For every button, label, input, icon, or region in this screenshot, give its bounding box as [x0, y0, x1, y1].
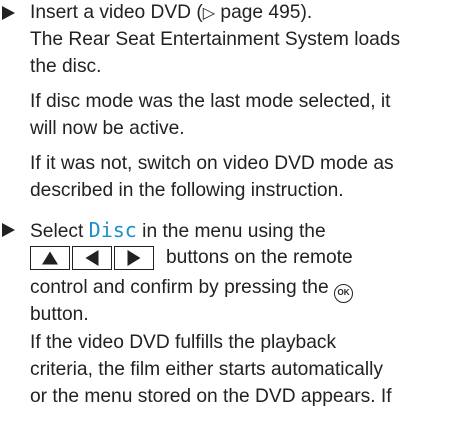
- menu-item-disc-keyword: Disc: [88, 218, 137, 242]
- result-text: If the video DVD fulfills the playback: [30, 332, 337, 353]
- remote-keys-row: buttons on the remote: [30, 246, 430, 272]
- step-text: button.: [30, 304, 89, 325]
- page-reference-text: page 495).: [215, 2, 313, 23]
- step-text: in the menu using the: [136, 221, 326, 242]
- page-reference-arrow-icon: ▷: [202, 5, 216, 22]
- manual-page: Insert a video DVD (▷ page 495). The Rea…: [0, 0, 471, 432]
- result-text: If disc mode was the last mode selected,…: [30, 91, 391, 112]
- step-line: Insert a video DVD (▷ page 495).: [30, 0, 312, 26]
- step-text: Select: [30, 221, 89, 242]
- result-text: described in the following instruction.: [30, 180, 344, 201]
- result-text: will now be active.: [30, 118, 185, 139]
- ok-button-icon: OK: [333, 284, 353, 303]
- result-text: criteria, the film either starts automat…: [30, 359, 383, 380]
- step-text: Insert a video DVD (: [30, 2, 203, 23]
- result-text: If it was not, switch on video DVD mode …: [30, 153, 394, 174]
- step-line: control and confirm by pressing the OK: [30, 275, 353, 303]
- step-text: control and confirm by pressing the: [30, 277, 334, 298]
- step-line: Select Disc in the menu using the: [30, 217, 326, 243]
- right-arrow-icon: [127, 250, 141, 266]
- right-arrow-key-icon: [114, 246, 154, 270]
- step-bullet-icon: [2, 6, 15, 20]
- result-text: or the menu stored on the DVD appears. I…: [30, 386, 392, 407]
- left-arrow-key-icon: [72, 246, 112, 270]
- result-text: The Rear Seat Entertainment System loads: [30, 29, 401, 50]
- left-arrow-icon: [85, 250, 99, 266]
- step-bullet-icon: [2, 223, 15, 237]
- result-text: the disc.: [30, 56, 102, 77]
- up-arrow-key-icon: [30, 246, 70, 270]
- up-arrow-icon: [42, 251, 58, 265]
- step-text: buttons on the remote: [166, 247, 353, 268]
